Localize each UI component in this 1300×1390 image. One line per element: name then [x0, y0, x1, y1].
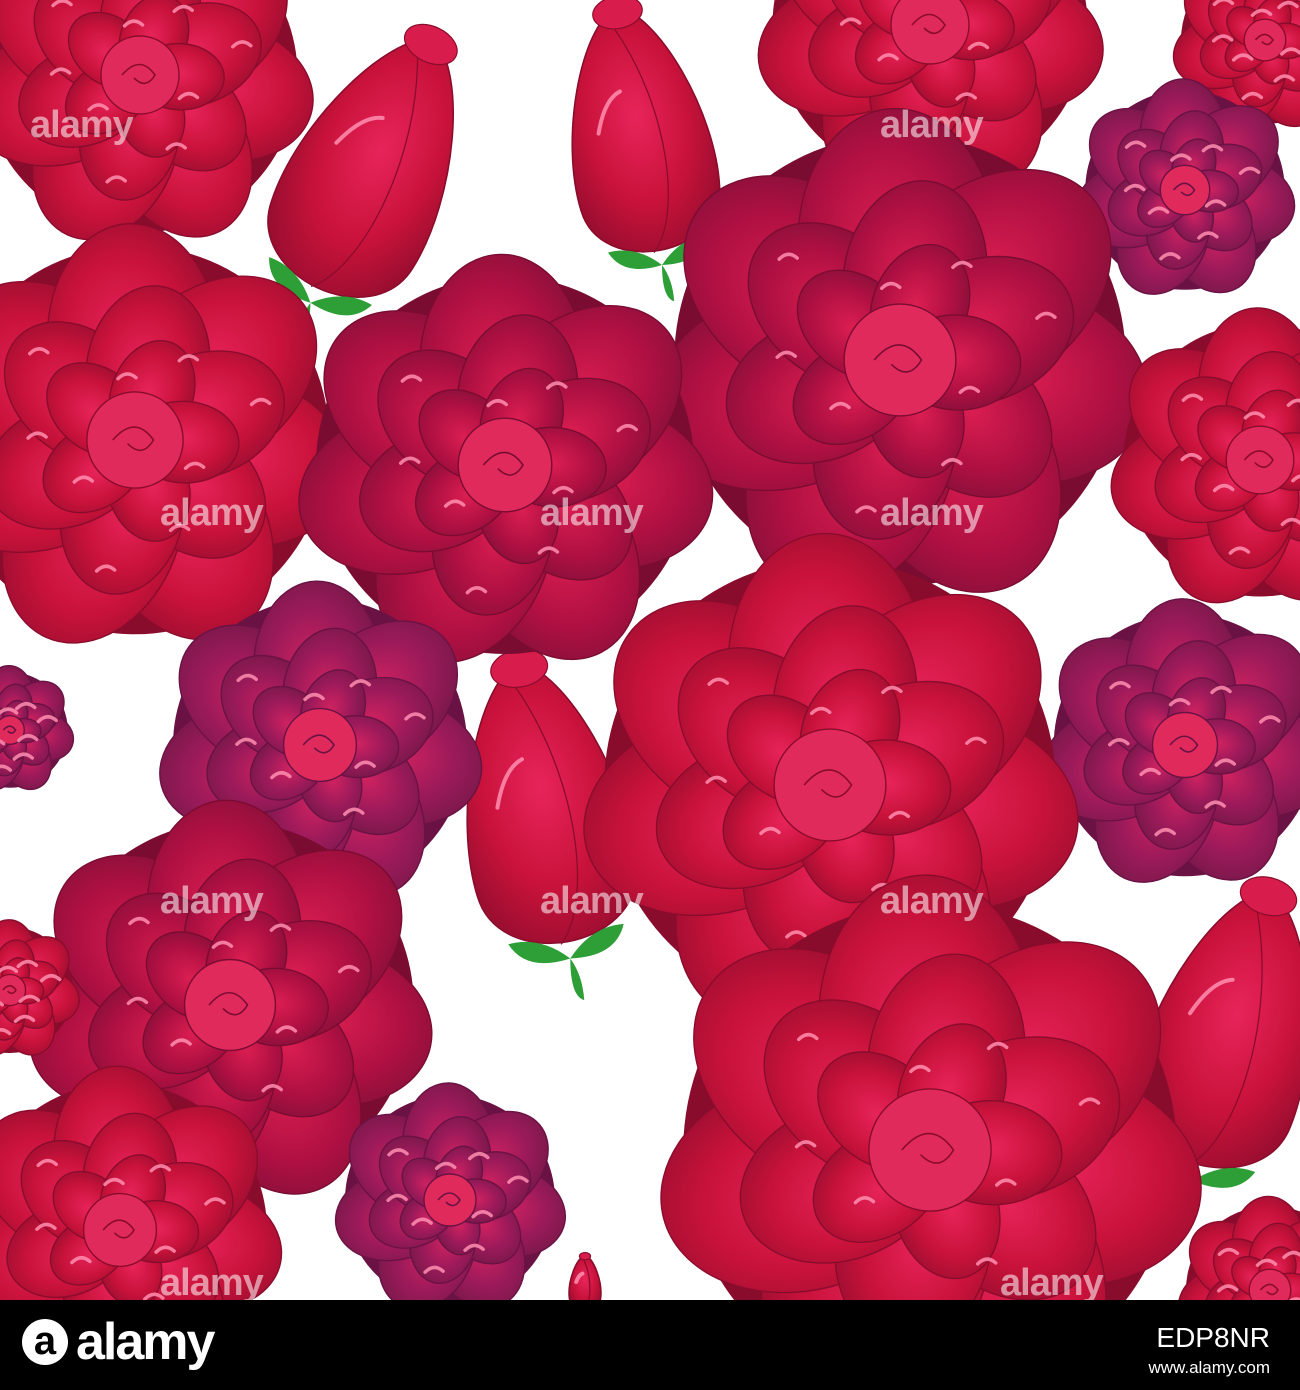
image-id: EDP8NR	[1156, 1322, 1270, 1353]
stock-footer-bar: a alamy EDP8NR www.alamy.com	[0, 1300, 1300, 1390]
alamy-logo[interactable]: a alamy	[22, 1312, 215, 1372]
leaf	[570, 958, 585, 1001]
rose-bud	[568, 1251, 602, 1300]
rose-flower	[1041, 598, 1300, 883]
alamy-logo-mark: a	[22, 1319, 68, 1365]
site-url[interactable]: www.alamy.com	[1148, 1358, 1270, 1378]
rose-pattern-image: alamy alamy alamy alamy alamy alamy alam…	[0, 0, 1300, 1300]
rose-flower	[0, 665, 75, 792]
leaf	[662, 264, 675, 302]
rose-pattern-drawing	[0, 0, 1300, 1300]
alamy-logo-word: alamy	[76, 1313, 215, 1371]
